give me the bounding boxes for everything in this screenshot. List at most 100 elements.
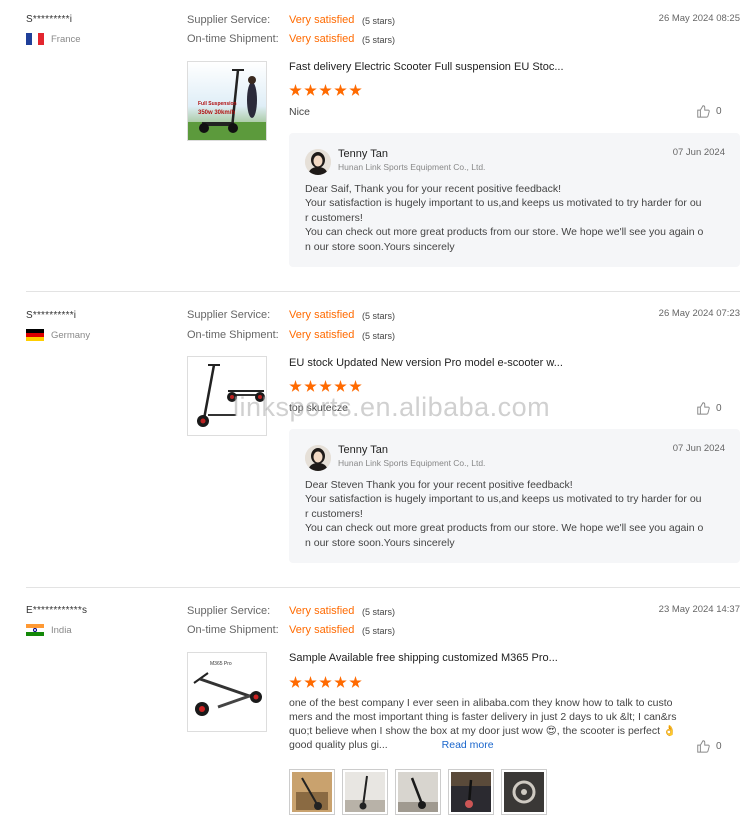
supplier-service-stars: (5 stars)	[362, 311, 396, 321]
scooter-photo-icon	[345, 772, 385, 812]
reviewer-name: S*********i	[26, 14, 73, 25]
supplier-service-stars: (5 stars)	[362, 16, 396, 26]
country-name: France	[51, 33, 81, 45]
product-title-link[interactable]: EU stock Updated New version Pro model e…	[289, 357, 563, 369]
star-icon	[304, 380, 317, 392]
scooter-photo-icon	[188, 357, 266, 435]
reply-company: Hunan Link Sports Equipment Co., Ltd.	[338, 458, 486, 468]
france-flag-icon	[26, 33, 44, 45]
supplier-service-value: Very satisfied	[289, 14, 355, 26]
divider	[26, 291, 740, 292]
star-icon	[319, 380, 332, 392]
scooter-photo-icon	[504, 772, 544, 812]
reviewer-country: India	[26, 624, 72, 636]
review-photo[interactable]	[342, 769, 388, 815]
rating-stars	[289, 380, 362, 393]
thumbs-up-icon	[697, 105, 710, 118]
country-name: Germany	[51, 329, 91, 341]
product-thumbnail[interactable]	[187, 356, 267, 436]
supplier-reply: Tenny Tan Hunan Link Sports Equipment Co…	[289, 429, 740, 563]
product-thumbnail[interactable]: M365 Pro	[187, 652, 267, 732]
ontime-shipment-stars: (5 stars)	[362, 35, 396, 45]
supplier-service-label: Supplier Service:	[187, 14, 271, 26]
supplier-service-label: Supplier Service:	[187, 605, 271, 617]
reviewer-country: Germany	[26, 329, 90, 341]
review-photo[interactable]	[289, 769, 335, 815]
review-comment: one of the best company I ever seen in a…	[289, 697, 677, 751]
star-icon	[334, 380, 347, 392]
ontime-shipment-label: On-time Shipment:	[187, 33, 279, 45]
ontime-shipment-label: On-time Shipment:	[187, 624, 279, 636]
reply-author: Tenny Tan	[338, 444, 388, 456]
reviewer-country: France	[26, 33, 81, 45]
review-photo[interactable]	[448, 769, 494, 815]
ontime-shipment-value: Very satisfied	[289, 33, 355, 45]
read-more-link[interactable]: Read more	[442, 739, 494, 751]
rating-stars	[289, 676, 362, 689]
thumbs-up-icon	[697, 740, 710, 753]
review-photo[interactable]	[501, 769, 547, 815]
like-count: 0	[716, 105, 722, 117]
ontime-shipment-label: On-time Shipment:	[187, 329, 279, 341]
thumbs-up-icon	[697, 402, 710, 415]
star-icon	[349, 676, 362, 688]
divider	[26, 587, 740, 588]
svg-text:M365 Pro: M365 Pro	[210, 661, 232, 667]
reply-text: Dear Steven Thank you for your recent po…	[305, 479, 704, 549]
like-count: 0	[716, 402, 722, 414]
ontime-shipment-value: Very satisfied	[289, 329, 355, 341]
star-icon	[289, 380, 302, 392]
like-count: 0	[716, 740, 722, 752]
like-button[interactable]: 0	[696, 739, 722, 753]
review-date: 26 May 2024 08:25	[658, 13, 740, 24]
reply-date: 07 Jun 2024	[672, 147, 725, 158]
supplier-reply: Tenny Tan Hunan Link Sports Equipment Co…	[289, 133, 740, 267]
star-icon	[304, 676, 317, 688]
product-thumbnail[interactable]: Full Suspension 350w 30km/h	[187, 61, 267, 141]
review-comment: top skutecze	[289, 402, 348, 414]
reviewer-name: E************s	[26, 605, 88, 616]
product-title-link[interactable]: Sample Available free shipping customize…	[289, 652, 558, 664]
rating-stars	[289, 84, 362, 97]
reply-author: Tenny Tan	[338, 148, 388, 160]
review-date: 23 May 2024 14:37	[658, 604, 740, 615]
review-photos	[289, 769, 549, 817]
ontime-shipment-stars: (5 stars)	[362, 331, 396, 341]
country-name: India	[51, 624, 72, 636]
person-avatar-icon	[305, 149, 331, 175]
india-flag-icon	[26, 624, 44, 636]
avatar	[305, 149, 331, 175]
supplier-service-value: Very satisfied	[289, 309, 355, 321]
star-icon	[289, 676, 302, 688]
svg-text:Full Suspension: Full Suspension	[198, 101, 237, 107]
like-button[interactable]: 0	[696, 401, 722, 415]
star-icon	[319, 84, 332, 96]
reviewer-name: S**********i	[26, 310, 77, 321]
germany-flag-icon	[26, 329, 44, 341]
product-title-link[interactable]: Fast delivery Electric Scooter Full susp…	[289, 61, 564, 73]
ontime-shipment-stars: (5 stars)	[362, 626, 396, 636]
ontime-shipment-value: Very satisfied	[289, 624, 355, 636]
scooter-photo-icon	[292, 772, 332, 812]
star-icon	[334, 84, 347, 96]
star-icon	[349, 380, 362, 392]
svg-text:350w 30km/h: 350w 30km/h	[198, 110, 235, 116]
supplier-service-label: Supplier Service:	[187, 309, 271, 321]
scooter-photo-icon	[451, 772, 491, 812]
review-date: 26 May 2024 07:23	[658, 308, 740, 319]
reply-text: Dear Saif, Thank you for your recent pos…	[305, 183, 704, 253]
person-avatar-icon	[305, 445, 331, 471]
supplier-service-value: Very satisfied	[289, 605, 355, 617]
review-photo[interactable]	[395, 769, 441, 815]
reply-company: Hunan Link Sports Equipment Co., Ltd.	[338, 162, 486, 172]
star-icon	[289, 84, 302, 96]
supplier-service-stars: (5 stars)	[362, 607, 396, 617]
like-button[interactable]: 0	[696, 104, 722, 118]
star-icon	[334, 676, 347, 688]
review-comment: Nice	[289, 106, 311, 118]
scooter-photo-icon	[398, 772, 438, 812]
star-icon	[319, 676, 332, 688]
avatar	[305, 445, 331, 471]
reply-date: 07 Jun 2024	[672, 443, 725, 454]
star-icon	[349, 84, 362, 96]
